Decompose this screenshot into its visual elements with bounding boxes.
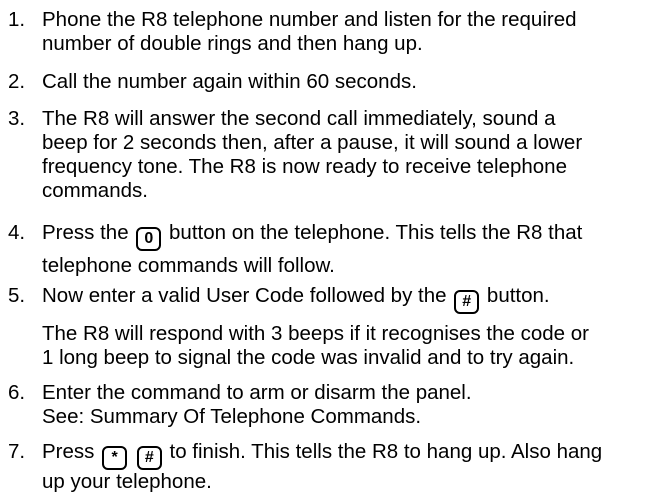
step-text: Enter the command to arm or disarm the p… [42,381,642,429]
step-text: Now enter a valid User Code followed by … [42,284,642,314]
step-text: Phone the R8 telephone number and listen… [42,8,642,56]
step-text-fragment: button. [486,284,550,307]
step-number: 5. [8,284,26,307]
telephone-key-hash: # [454,290,480,314]
step-number: 7. [8,440,26,463]
step-line: Now enter a valid User Code followed by … [42,284,642,314]
instruction-page: 1. Phone the R8 telephone number and lis… [0,0,647,493]
step-5-note: The R8 will respond with 3 beeps if it r… [42,322,642,370]
note-line: The R8 will respond with 3 beeps if it r… [42,322,589,345]
step-line: up your telephone. [42,470,212,493]
step-line: commands. [42,179,148,202]
step-line: telephone commands will follow. [42,254,335,277]
step-text: The R8 will answer the second call immed… [42,107,642,203]
step-text-fragment: Press the [42,221,129,244]
step-text: Press * # to finish. This tells the R8 t… [42,440,642,494]
step-number: 1. [8,8,26,31]
step-line: beep for 2 seconds then, after a pause, … [42,131,583,154]
step-text: Call the number again within 60 seconds. [42,70,642,94]
step-line: frequency tone. The R8 is now ready to r… [42,155,567,178]
step-line: The R8 will answer the second call immed… [42,107,556,130]
step-text-fragment: Now enter a valid User Code followed by … [42,284,447,307]
step-text-fragment: to finish. This tells the R8 to hang up.… [169,440,603,463]
step-number: 3. [8,107,26,130]
step-number: 6. [8,381,26,404]
step-line: Press the 0 button on the telephone. Thi… [42,218,642,251]
step-number: 4. [8,221,26,244]
telephone-key-star: * [102,446,128,470]
step-text: Press the 0 button on the telephone. Thi… [42,218,642,281]
telephone-key-0: 0 [136,227,162,251]
step-line: See: Summary Of Telephone Commands. [42,405,422,428]
note-line: 1 long beep to signal the code was inval… [42,346,575,369]
step-text-fragment: button on the telephone. This tells the … [169,221,583,244]
step-text-fragment: Press [42,440,95,463]
step-line: Phone the R8 telephone number and listen… [42,8,577,31]
step-line: Enter the command to arm or disarm the p… [42,381,472,404]
step-number: 2. [8,70,26,93]
step-line: Call the number again within 60 seconds. [42,70,417,93]
step-line: Press * # to finish. This tells the R8 t… [42,440,642,470]
telephone-key-hash: # [136,446,162,470]
step-line: number of double rings and then hang up. [42,32,423,55]
